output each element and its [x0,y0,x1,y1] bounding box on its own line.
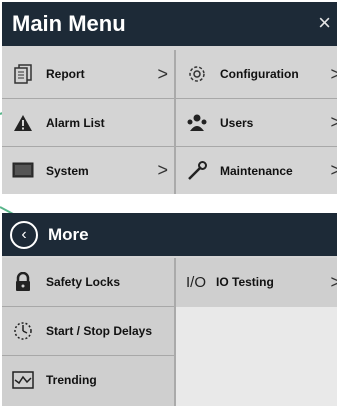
trend-icon [12,369,34,391]
menu-item-report[interactable]: Report > [2,50,174,98]
main-menu-header: Main Menu × [2,2,337,46]
warning-icon [12,112,34,134]
menu-item-system[interactable]: System > [2,147,174,194]
chevron-right-icon: > [330,63,337,84]
more-menu-title: More [48,224,89,244]
menu-item-label: Users [220,115,254,130]
monitor-icon [12,160,34,182]
menu-item-start-stop-delays[interactable]: Start / Stop Delays [2,307,174,355]
main-menu-panel: Main Menu × Report > Configuration > Ala… [2,2,337,194]
report-icon [12,63,34,85]
main-menu-grid: Report > Configuration > Alarm List User… [2,50,337,194]
menu-item-label: Trending [46,373,97,387]
wrench-icon [186,160,208,182]
more-left-column: Safety Locks Start / Stop Delays Trendin… [2,258,174,406]
more-menu-header: ‹ More [2,213,337,256]
lock-icon [12,271,34,293]
chevron-right-icon: > [157,63,168,84]
more-menu-panel: ‹ More Safety Locks Start / Stop Delays … [2,213,337,406]
chevron-right-icon: > [157,160,168,180]
empty-area [176,307,337,406]
menu-item-label: IO Testing [216,275,274,289]
more-right-column: I/O IO Testing > [176,258,337,307]
menu-item-safety-locks[interactable]: Safety Locks [2,258,174,306]
chevron-right-icon: > [330,112,337,132]
gear-icon [186,63,208,85]
menu-item-label: Safety Locks [46,275,121,289]
menu-item-users[interactable]: Users > [176,99,337,146]
timer-icon [12,320,34,342]
close-icon[interactable]: × [318,10,331,36]
users-icon [186,112,208,134]
menu-item-label: Start / Stop Delays [46,324,153,338]
menu-item-label: Configuration [220,67,299,81]
menu-item-maintenance[interactable]: Maintenance > [176,147,337,194]
chevron-right-icon: > [330,271,337,292]
back-icon[interactable]: ‹ [10,220,38,249]
chevron-right-icon: > [330,160,337,180]
menu-item-io-testing[interactable]: I/O IO Testing > [176,258,337,306]
menu-item-trending[interactable]: Trending [2,356,174,404]
menu-item-configuration[interactable]: Configuration > [176,50,337,98]
menu-item-alarm-list[interactable]: Alarm List [2,99,174,146]
io-icon: I/O [186,273,207,291]
menu-item-label: Report [46,67,85,81]
menu-item-label: Maintenance [220,163,293,178]
menu-item-label: Alarm List [46,115,105,130]
main-menu-title: Main Menu [12,11,126,36]
menu-item-label: System [46,163,89,178]
